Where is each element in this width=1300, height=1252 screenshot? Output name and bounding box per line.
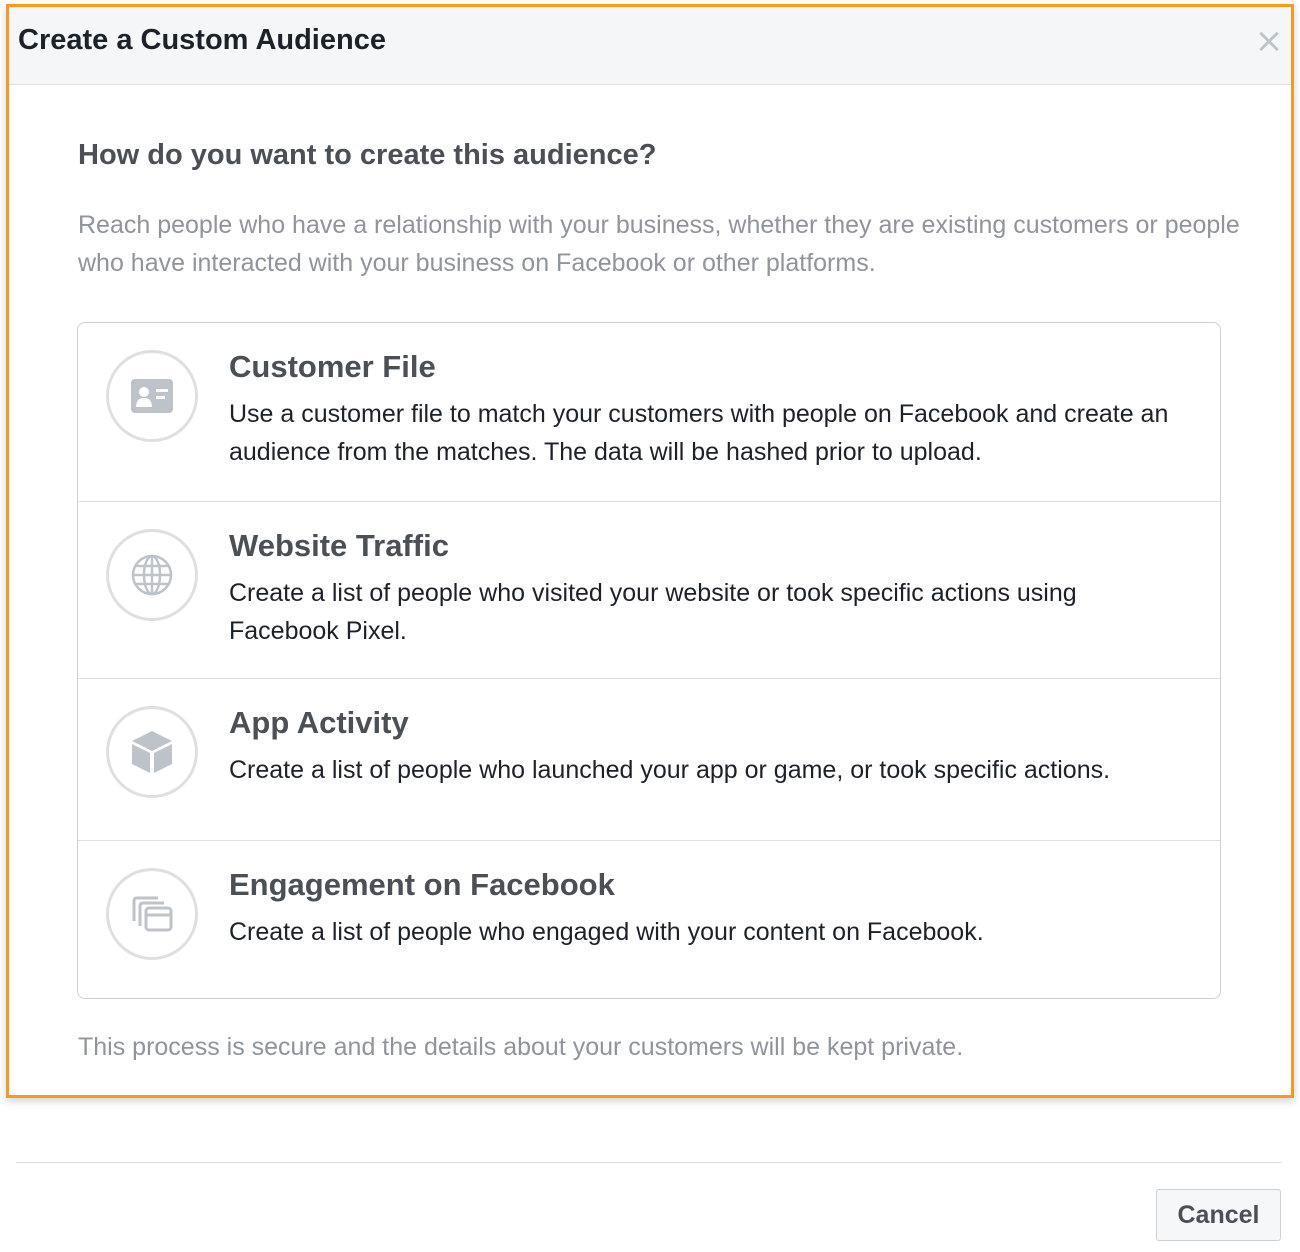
option-description: Create a list of people who launched you… xyxy=(229,756,1111,784)
option-engagement-facebook[interactable]: Engagement on Facebook Create a list of … xyxy=(78,840,1220,998)
page-title: How do you want to create this audience? xyxy=(78,139,657,171)
option-title: Website Traffic xyxy=(229,528,449,563)
option-description: Create a list of people who engaged with… xyxy=(229,918,984,946)
privacy-note: This process is secure and the details a… xyxy=(78,1033,964,1061)
audience-options-list: Customer File Use a customer file to mat… xyxy=(77,322,1221,999)
stacked-cards-icon xyxy=(106,868,198,960)
option-app-activity[interactable]: App Activity Create a list of people who… xyxy=(78,678,1220,840)
option-customer-file[interactable]: Customer File Use a customer file to mat… xyxy=(78,323,1220,500)
dialog-header: Create a Custom Audience × xyxy=(9,7,1291,85)
custom-audience-dialog: Create a Custom Audience × How do you wa… xyxy=(6,4,1294,1098)
footer-divider xyxy=(16,1162,1282,1163)
option-title: Engagement on Facebook xyxy=(229,867,615,902)
option-description: Create a list of people who visited your… xyxy=(229,579,1077,645)
option-title: App Activity xyxy=(229,705,409,740)
contact-card-icon xyxy=(106,350,198,442)
option-title: Customer File xyxy=(229,349,436,384)
intro-description: Reach people who have a relationship wit… xyxy=(78,211,1240,277)
close-icon[interactable]: × xyxy=(1253,23,1285,59)
option-description: Use a customer file to match your custom… xyxy=(229,400,1169,466)
globe-icon xyxy=(106,529,198,621)
option-website-traffic[interactable]: Website Traffic Create a list of people … xyxy=(78,501,1220,678)
cube-icon xyxy=(106,706,198,798)
dialog-title: Create a Custom Audience xyxy=(18,24,386,56)
cancel-button[interactable]: Cancel xyxy=(1156,1189,1281,1241)
